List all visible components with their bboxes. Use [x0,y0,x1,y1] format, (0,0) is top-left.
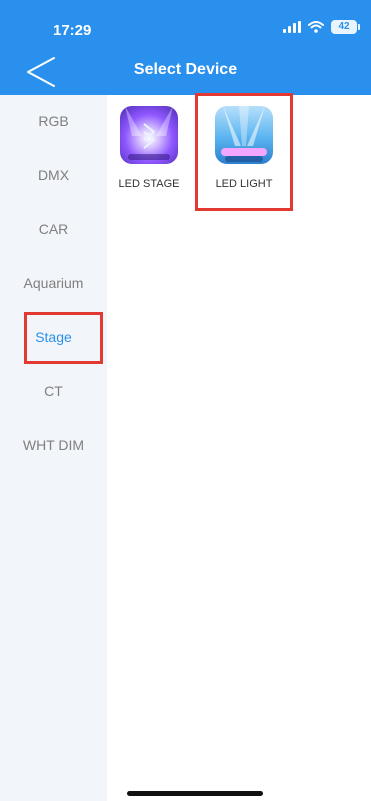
home-indicator[interactable] [127,791,263,796]
sidebar-item-car[interactable]: CAR [0,214,107,244]
status-time: 17:29 [53,22,92,39]
sidebar-item-rgb[interactable]: RGB [0,106,107,136]
sidebar-item-wht-dim[interactable]: WHT DIM [0,430,107,460]
led-stage-bluetooth-icon [120,106,178,164]
signal-icon [283,21,301,33]
wifi-icon [308,21,324,33]
led-light-selection-highlight [195,93,293,211]
page-title: Select Device [133,61,238,78]
sidebar-item-aquarium[interactable]: Aquarium [0,268,107,298]
battery-icon: 42 [331,20,360,34]
stage-selection-highlight [24,312,103,364]
app-header: 17:29 42 Select Device [0,0,371,95]
sidebar-item-ct[interactable]: CT [0,376,107,406]
device-label: LED STAGE [118,178,180,190]
sidebar-item-dmx[interactable]: DMX [0,160,107,190]
device-led-stage[interactable]: LED STAGE [108,106,190,190]
status-icons: 42 [283,20,360,34]
